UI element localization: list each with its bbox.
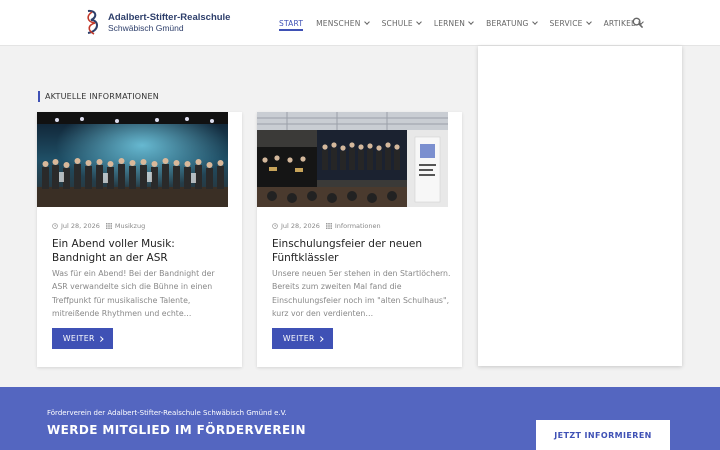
- chevron-down-icon: [468, 19, 474, 25]
- nav-item-label: ARTIKEL: [603, 18, 636, 28]
- nav-item-menschen[interactable]: MENSCHEN: [316, 0, 370, 46]
- card-date: Jul 28, 2026: [61, 222, 100, 230]
- chevron-right-icon: [97, 336, 103, 341]
- news-card[interactable]: Jul 28, 2026 Musikzug Ein Abend voller M…: [37, 112, 242, 367]
- sidebar-panel: [478, 46, 682, 366]
- chevron-down-icon: [585, 19, 592, 25]
- clock-icon: [52, 223, 58, 229]
- learn-more-button[interactable]: JETZT INFORMIEREN: [536, 420, 670, 450]
- read-more-button[interactable]: WEITER: [272, 328, 333, 349]
- nav-item-schule[interactable]: SCHULE: [381, 0, 422, 46]
- nav-item-service[interactable]: SERVICE: [549, 0, 592, 46]
- category-grid-icon: [325, 223, 332, 229]
- nav-item-beratung[interactable]: BERATUNG: [486, 0, 538, 46]
- card-category-label: Musikzug: [114, 222, 146, 230]
- card-meta: Jul 28, 2026 Musikzug: [52, 222, 145, 230]
- chevron-down-icon: [531, 19, 538, 25]
- card-category[interactable]: Musikzug: [105, 222, 146, 230]
- clock-icon: [272, 223, 278, 229]
- logo-school-name: Adalbert-Stifter-Realschule: [108, 12, 231, 23]
- read-more-button[interactable]: WEITER: [52, 328, 113, 349]
- chevron-down-icon: [415, 19, 422, 25]
- card-image-einschulung[interactable]: [257, 112, 448, 207]
- chevron-down-icon: [363, 19, 370, 25]
- logo-city: Schwäbisch Gmünd: [108, 23, 184, 33]
- nav-item-label: START: [279, 18, 304, 28]
- card-excerpt: Was für ein Abend! Bei der Bandnight der…: [52, 269, 215, 318]
- nav-item-label: LERNEN: [433, 18, 466, 28]
- card-title[interactable]: Ein Abend voller Musik: Bandnight an der…: [52, 237, 232, 265]
- logo-mark-icon: [87, 9, 98, 35]
- card-category[interactable]: Informationen: [325, 222, 381, 230]
- membership-banner: Förderverein der Adalbert-Stifter-Realsc…: [0, 387, 720, 450]
- nav-item-label: SCHULE: [381, 18, 413, 28]
- site-header: Adalbert-Stifter-Realschule Schwäbisch G…: [0, 0, 720, 46]
- main-navigation: START MENSCHEN SCHULE LERNEN BERATUNG SE…: [279, 0, 656, 46]
- card-excerpt: Unsere neuen 5er stehen in den Startlöch…: [272, 269, 451, 318]
- news-card[interactable]: Jul 28, 2026 Informationen Einschulungsf…: [257, 112, 462, 367]
- nav-item-label: BERATUNG: [486, 18, 529, 28]
- read-more-label: WEITER: [282, 334, 315, 343]
- card-image-bandnight[interactable]: [37, 112, 228, 207]
- read-more-label: WEITER: [62, 334, 95, 343]
- nav-item-lernen[interactable]: LERNEN: [433, 0, 474, 46]
- chevron-right-icon: [317, 336, 323, 341]
- banner-title: WERDE MITGLIED IM FÖRDERVEREIN: [47, 423, 306, 437]
- nav-item-label: MENSCHEN: [316, 18, 361, 28]
- card-date: Jul 28, 2026: [281, 222, 320, 230]
- category-grid-icon: [105, 223, 112, 229]
- card-category-label: Informationen: [334, 222, 381, 230]
- card-title[interactable]: Einschulungsfeier der neuen Fünftklässle…: [272, 237, 452, 265]
- card-meta: Jul 28, 2026 Informationen: [272, 222, 381, 230]
- search-icon[interactable]: [632, 17, 643, 28]
- nav-item-start[interactable]: START: [279, 0, 304, 46]
- banner-subtitle: Förderverein der Adalbert-Stifter-Realsc…: [47, 409, 287, 417]
- school-logo[interactable]: Adalbert-Stifter-Realschule Schwäbisch G…: [82, 8, 230, 38]
- nav-item-label: SERVICE: [549, 18, 583, 28]
- section-title: AKTUELLE INFORMATIONEN: [38, 91, 159, 102]
